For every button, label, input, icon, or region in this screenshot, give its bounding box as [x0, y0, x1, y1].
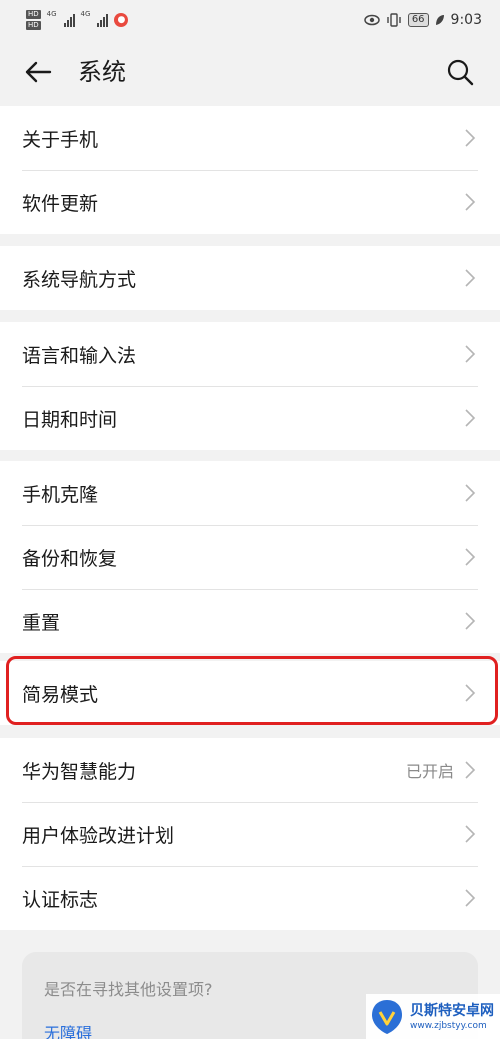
- settings-item-simple-mode[interactable]: 简易模式: [0, 661, 500, 725]
- chevron-right-icon: [465, 761, 476, 779]
- settings-item-label: 关于手机: [22, 128, 99, 151]
- settings-item-about-phone[interactable]: 关于手机: [0, 106, 500, 170]
- settings-item-date-time[interactable]: 日期和时间: [0, 386, 500, 450]
- settings-item-label: 用户体验改进计划: [22, 824, 175, 847]
- settings-item-label: 手机克隆: [22, 483, 99, 506]
- settings-item-label: 软件更新: [22, 192, 99, 215]
- app-bar: 系统: [0, 40, 500, 104]
- network-type-1: 4G: [46, 10, 57, 18]
- status-text: 已开启: [405, 762, 454, 781]
- chevron-right-icon: [465, 889, 476, 907]
- network-type-2: 4G: [80, 10, 91, 18]
- chevron-right-icon: [465, 193, 476, 211]
- chevron-right-icon: [465, 345, 476, 363]
- settings-item-reset[interactable]: 重置: [0, 589, 500, 653]
- watermark: 贝斯特安卓网 www.zjbstyy.com: [366, 994, 500, 1039]
- hd-label-2: HD: [26, 21, 41, 30]
- settings-item-label: 重置: [22, 611, 61, 634]
- settings-item-phone-clone[interactable]: 手机克隆: [0, 461, 500, 525]
- settings-group-4: 手机克隆 备份和恢复 重置: [0, 461, 500, 653]
- back-button[interactable]: [22, 56, 54, 88]
- hd-icon: HD HD: [26, 10, 41, 30]
- status-time: 9:03: [450, 12, 482, 28]
- settings-item-backup-restore[interactable]: 备份和恢复: [0, 525, 500, 589]
- hd-label-1: HD: [26, 10, 41, 19]
- chevron-right-icon: [465, 409, 476, 427]
- settings-item-label: 日期和时间: [22, 408, 118, 431]
- signal-icon: [63, 13, 75, 27]
- status-bar: HD HD 4G 4G ● 66 9:03: [0, 0, 500, 40]
- settings-item-software-update[interactable]: 软件更新: [0, 170, 500, 234]
- settings-item-label: 语言和输入法: [22, 344, 137, 367]
- vibrate-icon: [387, 13, 401, 27]
- settings-item-label: 华为智慧能力: [22, 760, 137, 783]
- watermark-url: www.zjbstyy.com: [410, 1020, 487, 1031]
- chevron-right-icon: [465, 612, 476, 630]
- settings-item-label: 简易模式: [22, 683, 99, 706]
- chevron-right-icon: [465, 269, 476, 287]
- settings-group-2: 系统导航方式: [0, 246, 500, 310]
- settings-item-language-input[interactable]: 语言和输入法: [0, 322, 500, 386]
- settings-item-label: 备份和恢复: [22, 547, 118, 570]
- settings-group-3: 语言和输入法 日期和时间: [0, 322, 500, 450]
- leaf-icon: [435, 15, 444, 25]
- settings-group-1: 关于手机 软件更新: [0, 106, 500, 234]
- chevron-right-icon: [465, 684, 476, 702]
- chevron-right-icon: [465, 129, 476, 147]
- settings-item-user-experience[interactable]: 用户体验改进计划: [0, 802, 500, 866]
- settings-item-huawei-smart[interactable]: 华为智慧能力 已开启: [0, 738, 500, 802]
- status-bar-right: 66 9:03: [364, 12, 482, 28]
- chevron-right-icon: [465, 825, 476, 843]
- settings-item-certification[interactable]: 认证标志: [0, 866, 500, 930]
- search-icon: [447, 59, 474, 86]
- signal-icon: [97, 13, 109, 27]
- chevron-right-icon: [465, 484, 476, 502]
- settings-item-navigation[interactable]: 系统导航方式: [0, 246, 500, 310]
- back-arrow-icon: [25, 61, 52, 83]
- settings-group-5: 简易模式: [0, 661, 500, 725]
- battery-icon: 66: [407, 13, 429, 27]
- status-bar-left: HD HD 4G 4G ●: [26, 10, 129, 30]
- watermark-logo-icon: [372, 999, 402, 1034]
- search-button[interactable]: [444, 56, 476, 88]
- watermark-text: 贝斯特安卓网 www.zjbstyy.com: [410, 1002, 494, 1032]
- eye-comfort-icon: [364, 14, 380, 26]
- app-notification-icon: ●: [114, 13, 129, 27]
- settings-item-label: 认证标志: [22, 888, 99, 911]
- page-title: 系统: [78, 58, 126, 86]
- watermark-title: 贝斯特安卓网: [410, 1002, 494, 1019]
- settings-item-label: 系统导航方式: [22, 268, 137, 291]
- settings-group-6: 华为智慧能力 已开启 用户体验改进计划 认证标志: [0, 738, 500, 930]
- chevron-right-icon: [465, 548, 476, 566]
